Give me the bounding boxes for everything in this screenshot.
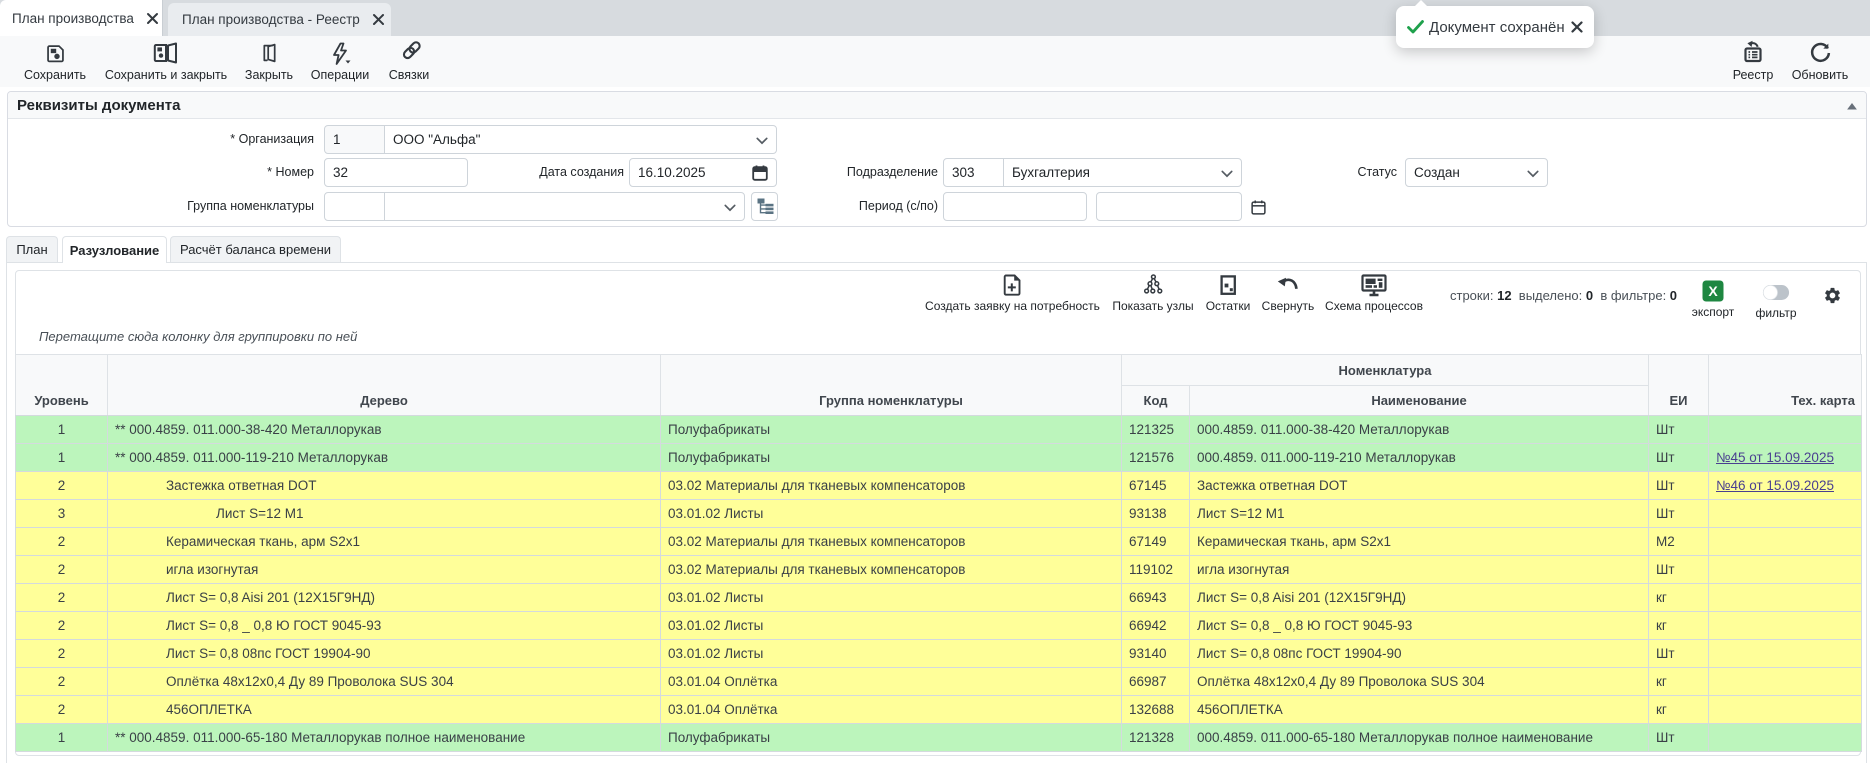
svg-text:X: X <box>1708 283 1718 299</box>
